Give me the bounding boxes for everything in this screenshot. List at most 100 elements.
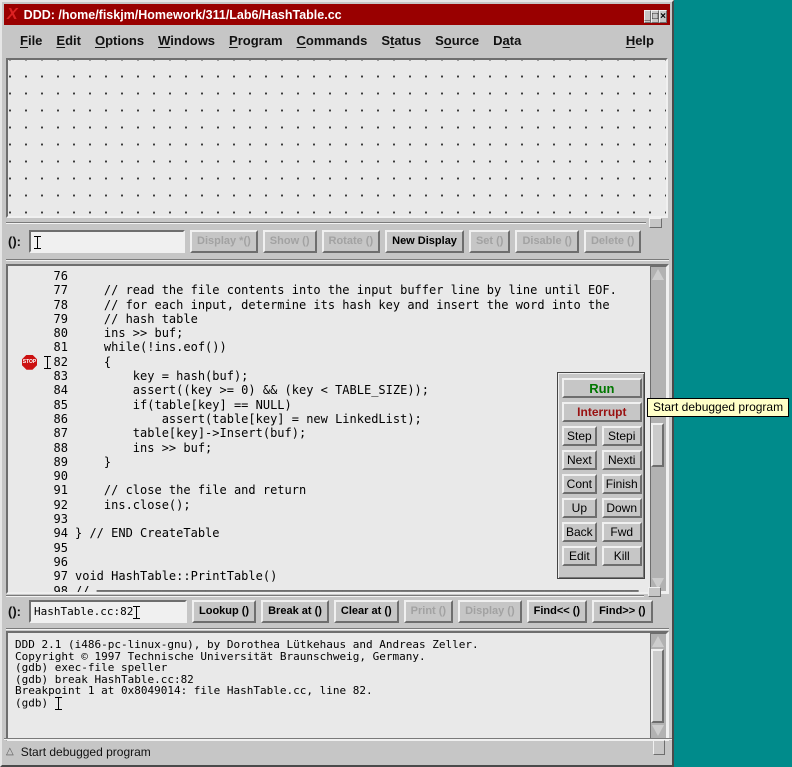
code-text: assert(table[key] = new LinkedList); bbox=[68, 412, 422, 426]
delete-button[interactable]: Delete () bbox=[584, 230, 641, 253]
command-tool-panel: Run Interrupt StepStepiNextNextiContFinish… bbox=[557, 372, 645, 579]
source-line-76[interactable]: 76 bbox=[8, 269, 650, 283]
source-line-93[interactable]: 93 bbox=[8, 512, 650, 526]
source-line-84[interactable]: 84 assert((key >= 0) && (key < TABLE_SIZ… bbox=[8, 383, 650, 397]
edit-button[interactable]: Edit bbox=[562, 546, 597, 566]
line-number: 86 bbox=[8, 412, 68, 426]
console-output[interactable]: DDD 2.1 (i486-pc-linux-gnu), by Dorothea… bbox=[8, 633, 650, 739]
down-button[interactable]: Down bbox=[602, 498, 642, 518]
console-line: DDD 2.1 (i486-pc-linux-gnu), by Dorothea… bbox=[15, 639, 650, 651]
pane-sash-handle[interactable] bbox=[649, 218, 662, 228]
argument-label: (): bbox=[8, 604, 21, 619]
menu-commands[interactable]: Commands bbox=[297, 33, 368, 48]
finish-button[interactable]: Finish bbox=[602, 474, 642, 494]
find-button[interactable]: Find>> () bbox=[592, 600, 652, 623]
pane-sash-handle[interactable] bbox=[648, 587, 661, 597]
next-button[interactable]: Next bbox=[562, 450, 597, 470]
display-button[interactable]: Display () bbox=[458, 600, 522, 623]
up-button[interactable]: Up bbox=[562, 498, 597, 518]
menu-data[interactable]: Data bbox=[493, 33, 521, 48]
menu-edit[interactable]: Edit bbox=[56, 33, 81, 48]
debugger-console[interactable]: DDD 2.1 (i486-pc-linux-gnu), by Dorothea… bbox=[6, 631, 669, 741]
code-text: void HashTable::PrintTable() bbox=[68, 569, 277, 583]
stepi-button[interactable]: Stepi bbox=[602, 426, 642, 446]
status-text: Start debugged program bbox=[21, 745, 151, 759]
code-text: if(table[key] == NULL) bbox=[68, 398, 292, 412]
code-text: ins >> buf; bbox=[68, 441, 212, 455]
scroll-down-arrow-icon[interactable] bbox=[652, 725, 664, 736]
source-line-77[interactable]: 77 // read the file contents into the in… bbox=[8, 283, 650, 297]
nexti-button[interactable]: Nexti bbox=[602, 450, 642, 470]
source-line-82[interactable]: STOP82 { bbox=[8, 355, 650, 369]
source-line-78[interactable]: 78 // for each input, determine its hash… bbox=[8, 298, 650, 312]
back-button[interactable]: Back bbox=[562, 522, 597, 542]
cont-button[interactable]: Cont bbox=[562, 474, 597, 494]
menu-program[interactable]: Program bbox=[229, 33, 282, 48]
source-scrollbar[interactable] bbox=[650, 266, 667, 592]
argument-value: HashTable.cc:82 bbox=[34, 605, 133, 618]
source-line-97[interactable]: 97void HashTable::PrintTable() bbox=[8, 569, 650, 583]
source-line-91[interactable]: 91 // close the file and return bbox=[8, 483, 650, 497]
fwd-button[interactable]: Fwd bbox=[602, 522, 642, 542]
source-line-92[interactable]: 92 ins.close(); bbox=[8, 498, 650, 512]
source-scrollbar-thumb[interactable] bbox=[651, 423, 664, 467]
source-line-86[interactable]: 86 assert(table[key] = new LinkedList); bbox=[8, 412, 650, 426]
print-button[interactable]: Print () bbox=[404, 600, 453, 623]
line-number: 78 bbox=[8, 298, 68, 312]
tooltip-text: Start debugged program bbox=[653, 400, 783, 414]
menu-file[interactable]: File bbox=[20, 33, 42, 48]
source-line-81[interactable]: 81 while(!ins.eof()) bbox=[8, 340, 650, 354]
clear-at-button[interactable]: Clear at () bbox=[334, 600, 399, 623]
scroll-up-arrow-icon[interactable] bbox=[652, 269, 664, 280]
minimize-button[interactable]: _ bbox=[644, 10, 652, 23]
rotate-button[interactable]: Rotate () bbox=[322, 230, 381, 253]
kill-button[interactable]: Kill bbox=[602, 546, 642, 566]
maximize-button[interactable]: □ bbox=[651, 10, 659, 23]
find-button[interactable]: Find<< () bbox=[527, 600, 587, 623]
set-button[interactable]: Set () bbox=[469, 230, 511, 253]
menu-source[interactable]: Source bbox=[435, 33, 479, 48]
step-button[interactable]: Step bbox=[562, 426, 597, 446]
source-line-80[interactable]: 80 ins >> buf; bbox=[8, 326, 650, 340]
menu-help[interactable]: Help bbox=[626, 33, 654, 48]
source-line-79[interactable]: 79 // hash table bbox=[8, 312, 650, 326]
console-scrollbar-thumb[interactable] bbox=[651, 649, 664, 723]
status-sash-handle[interactable] bbox=[653, 740, 665, 755]
display-button[interactable]: Display *() bbox=[190, 230, 258, 253]
menu-windows[interactable]: Windows bbox=[158, 33, 215, 48]
source-line-83[interactable]: 83 key = hash(buf); bbox=[8, 369, 650, 383]
source-line-90[interactable]: 90 bbox=[8, 469, 650, 483]
menu-options[interactable]: Options bbox=[95, 33, 144, 48]
scroll-up-arrow-icon[interactable] bbox=[652, 636, 664, 647]
source-line-88[interactable]: 88 ins >> buf; bbox=[8, 441, 650, 455]
source-line-89[interactable]: 89 } bbox=[8, 455, 650, 469]
interrupt-button[interactable]: Interrupt bbox=[562, 402, 642, 422]
code-text: // read the file contents into the input… bbox=[68, 283, 617, 297]
source-line-85[interactable]: 85 if(table[key] == NULL) bbox=[8, 398, 650, 412]
source-line-94[interactable]: 94} // END CreateTable bbox=[8, 526, 650, 540]
disable-button[interactable]: Disable () bbox=[515, 230, 579, 253]
code-text bbox=[68, 541, 75, 555]
source-line-87[interactable]: 87 table[key]->Insert(buf); bbox=[8, 426, 650, 440]
source-line-95[interactable]: 95 bbox=[8, 541, 650, 555]
data-display-canvas[interactable] bbox=[6, 58, 668, 218]
source-line-96[interactable]: 96 bbox=[8, 555, 650, 569]
source-code-text[interactable]: 7677 // read the file contents into the … bbox=[8, 266, 650, 592]
source-line-98[interactable]: 98// ───────────────────────────────────… bbox=[8, 584, 650, 592]
title-bar[interactable]: X DDD: /home/fiskjm/Homework/311/Lab6/Ha… bbox=[4, 4, 670, 25]
close-button[interactable]: × bbox=[659, 10, 667, 23]
window-title: DDD: /home/fiskjm/Homework/311/Lab6/Hash… bbox=[24, 8, 638, 22]
console-scrollbar[interactable] bbox=[650, 633, 667, 739]
lookup-button[interactable]: Lookup () bbox=[192, 600, 256, 623]
break-at-button[interactable]: Break at () bbox=[261, 600, 329, 623]
new-display-button[interactable]: New Display bbox=[385, 230, 464, 253]
show-button[interactable]: Show () bbox=[263, 230, 317, 253]
menu-status[interactable]: Status bbox=[381, 33, 421, 48]
line-number: 88 bbox=[8, 441, 68, 455]
argument-input[interactable]: HashTable.cc:82 bbox=[29, 600, 187, 623]
breakpoint-stop-icon[interactable]: STOP bbox=[22, 355, 37, 370]
display-arg-input[interactable] bbox=[29, 230, 185, 253]
line-number: 95 bbox=[8, 541, 68, 555]
run-button[interactable]: Run bbox=[562, 378, 642, 398]
pane-divider bbox=[6, 628, 669, 630]
